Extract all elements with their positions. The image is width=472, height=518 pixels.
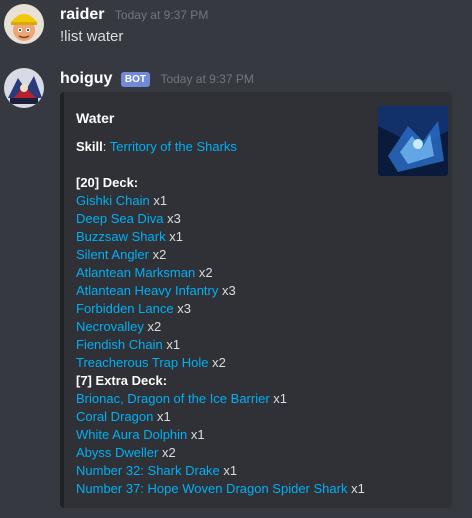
card-list-item: Fiendish Chain x1 — [76, 336, 180, 354]
card-link[interactable]: Treacherous Trap Hole — [76, 355, 208, 370]
embed-title: Water — [76, 110, 115, 126]
card-list-item: Treacherous Trap Hole x2 — [76, 354, 226, 372]
avatar[interactable] — [4, 68, 44, 108]
card-count: x3 — [221, 283, 236, 298]
username[interactable]: hoiguy — [60, 70, 112, 88]
card-link[interactable]: Number 37: Hope Woven Dragon Spider Shar… — [76, 481, 347, 496]
card-link[interactable]: Gishki Chain — [76, 193, 150, 208]
timestamp: Today at 9:37 PM — [114, 8, 209, 22]
skill-link[interactable]: Territory of the Sharks — [110, 139, 237, 154]
card-count: x2 — [198, 265, 213, 280]
card-link[interactable]: Fiendish Chain — [76, 337, 163, 352]
embed: Water Skill: Territory of the Sharks [20… — [60, 92, 452, 508]
embed-thumbnail[interactable] — [378, 106, 448, 176]
card-list-item: Coral Dragon x1 — [76, 408, 171, 426]
skill-label: Skill — [76, 139, 103, 154]
skill-line: Skill: Territory of the Sharks — [76, 139, 237, 154]
username[interactable]: raider — [60, 6, 104, 24]
card-list-item: Deep Sea Diva x3 — [76, 210, 181, 228]
extra-deck-header: [7] Extra Deck: — [76, 373, 168, 388]
card-link[interactable]: Atlantean Marksman — [76, 265, 195, 280]
card-list-item: Forbidden Lance x3 — [76, 300, 191, 318]
card-count: x1 — [223, 463, 238, 478]
card-count: x2 — [152, 247, 167, 262]
card-count: x1 — [190, 427, 205, 442]
card-list-item: Number 37: Hope Woven Dragon Spider Shar… — [76, 480, 365, 498]
card-count: x2 — [161, 445, 176, 460]
card-link[interactable]: White Aura Dolphin — [76, 427, 187, 442]
card-link[interactable]: Necrovalley — [76, 319, 144, 334]
avatar[interactable] — [4, 4, 44, 44]
card-list-item: Gishki Chain x1 — [76, 192, 167, 210]
card-count: x1 — [156, 409, 171, 424]
card-count: x1 — [351, 481, 365, 496]
card-list-item: Atlantean Heavy Infantry x3 — [76, 282, 236, 300]
card-list-item: Brionac, Dragon of the Ice Barrier x1 — [76, 390, 287, 408]
deck-header: [20] Deck: — [76, 175, 139, 190]
message-raider: raider Today at 9:37 PM !list water — [0, 0, 472, 60]
card-count: x2 — [147, 319, 162, 334]
card-list-item: Atlantean Marksman x2 — [76, 264, 213, 282]
card-link[interactable]: Abyss Dweller — [76, 445, 158, 460]
card-link[interactable]: Deep Sea Diva — [76, 211, 163, 226]
card-link[interactable]: Atlantean Heavy Infantry — [76, 283, 218, 298]
timestamp: Today at 9:37 PM — [160, 72, 254, 86]
card-link[interactable]: Silent Angler — [76, 247, 149, 262]
card-count: x1 — [153, 193, 168, 208]
card-count: x3 — [167, 211, 181, 226]
card-link[interactable]: Brionac, Dragon of the Ice Barrier — [76, 391, 270, 406]
card-link[interactable]: Forbidden Lance — [76, 301, 174, 316]
card-count: x1 — [166, 337, 181, 352]
card-link[interactable]: Number 32: Shark Drake — [76, 463, 220, 478]
card-list-item: Number 32: Shark Drake x1 — [76, 462, 237, 480]
card-list-item: Abyss Dweller x2 — [76, 444, 176, 462]
card-list-item: Silent Angler x2 — [76, 246, 166, 264]
card-count: x3 — [177, 301, 191, 316]
bot-tag: BOT — [120, 71, 150, 87]
message-header: raider Today at 9:37 PM — [60, 6, 208, 26]
card-link[interactable]: Coral Dragon — [76, 409, 153, 424]
card-count: x1 — [273, 391, 288, 406]
card-link[interactable]: Buzzsaw Shark — [76, 229, 166, 244]
card-list-item: Buzzsaw Shark x1 — [76, 228, 183, 246]
message-text: !list water — [60, 28, 124, 45]
card-list-item: White Aura Dolphin x1 — [76, 426, 205, 444]
card-count: x2 — [212, 355, 226, 370]
card-list-item: Necrovalley x2 — [76, 318, 161, 336]
card-count: x1 — [169, 229, 183, 244]
message-header: hoiguy BOT Today at 9:37 PM — [60, 70, 254, 90]
